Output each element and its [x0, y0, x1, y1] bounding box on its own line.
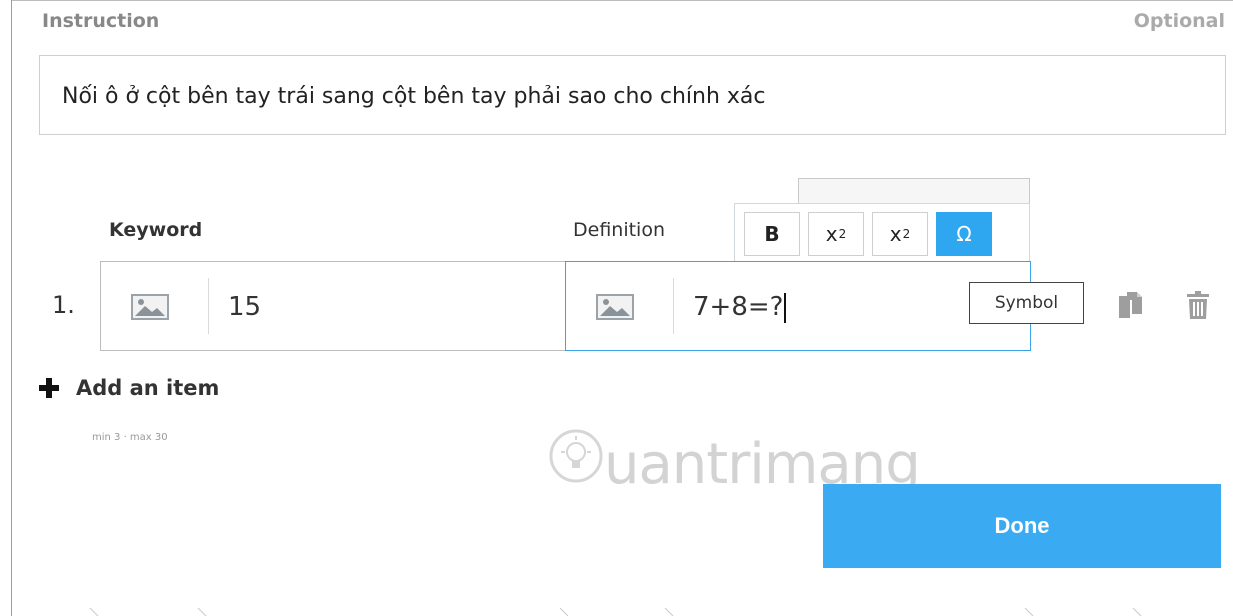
panel-left-border [11, 0, 12, 616]
item-limits: min 3 · max 30 [92, 432, 168, 443]
add-item-button[interactable]: Add an item [38, 376, 219, 400]
trash-icon[interactable] [1186, 290, 1210, 320]
field-divider [673, 278, 674, 334]
instruction-text: Nối ô ở cột bên tay trái sang cột bên ta… [62, 84, 766, 109]
instruction-field[interactable]: Nối ô ở cột bên tay trái sang cột bên ta… [39, 55, 1226, 135]
definition-value: 7+8=? [693, 292, 787, 323]
keyword-input[interactable]: 15 [100, 261, 567, 351]
watermark-bulb-icon [549, 429, 603, 483]
symbol-button[interactable]: Ω [936, 212, 992, 256]
symbol-tooltip: Symbol [969, 282, 1084, 324]
text-cursor [784, 292, 787, 323]
bold-button[interactable]: B [744, 212, 800, 256]
instruction-label: Instruction [42, 10, 160, 32]
panel-top-border [12, 0, 1233, 15]
image-icon[interactable] [131, 294, 169, 320]
bottom-edge-marks [89, 607, 1142, 616]
subscript-button[interactable]: x2 [872, 212, 928, 256]
item-number: 1. [52, 291, 75, 319]
definition-input[interactable]: 7+8=? [565, 261, 1031, 351]
superscript-button[interactable]: x2 [808, 212, 864, 256]
add-item-label: Add an item [76, 376, 220, 400]
definition-text: 7+8=? [693, 292, 784, 322]
field-divider [208, 278, 209, 334]
done-button[interactable]: Done [823, 484, 1221, 568]
keyword-column-label: Keyword [109, 219, 203, 241]
definition-column-label: Definition [573, 219, 666, 241]
image-icon[interactable] [596, 294, 634, 320]
plus-icon [38, 377, 60, 399]
copy-icon[interactable] [1117, 290, 1143, 320]
optional-label: Optional [1133, 10, 1225, 32]
keyword-value: 15 [228, 292, 262, 322]
format-toolbar: B x2 x2 Ω [734, 203, 1030, 263]
